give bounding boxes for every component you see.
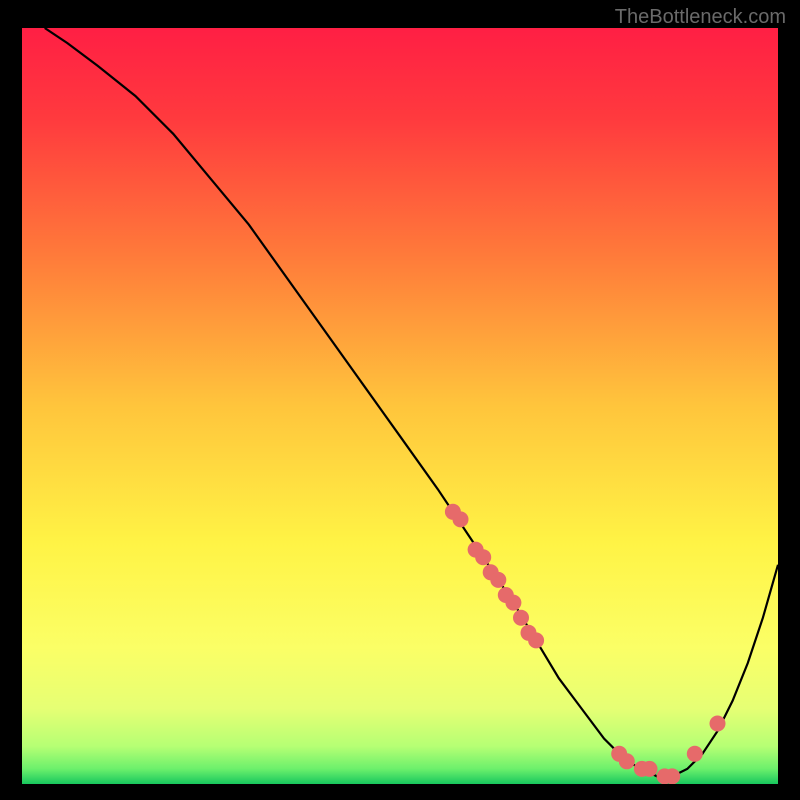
data-point bbox=[453, 511, 469, 527]
data-point bbox=[513, 610, 529, 626]
data-point bbox=[687, 746, 703, 762]
chart-svg bbox=[22, 28, 778, 784]
data-point bbox=[642, 761, 658, 777]
chart-container: TheBottleneck.com bbox=[0, 0, 800, 800]
data-point bbox=[505, 595, 521, 611]
data-point bbox=[490, 572, 506, 588]
watermark-text: TheBottleneck.com bbox=[615, 6, 786, 29]
data-point bbox=[475, 549, 491, 565]
data-point bbox=[710, 716, 726, 732]
chart-background bbox=[22, 28, 778, 784]
data-point bbox=[619, 753, 635, 769]
data-point bbox=[528, 632, 544, 648]
chart-plot-area bbox=[22, 28, 778, 784]
data-point bbox=[664, 768, 680, 784]
